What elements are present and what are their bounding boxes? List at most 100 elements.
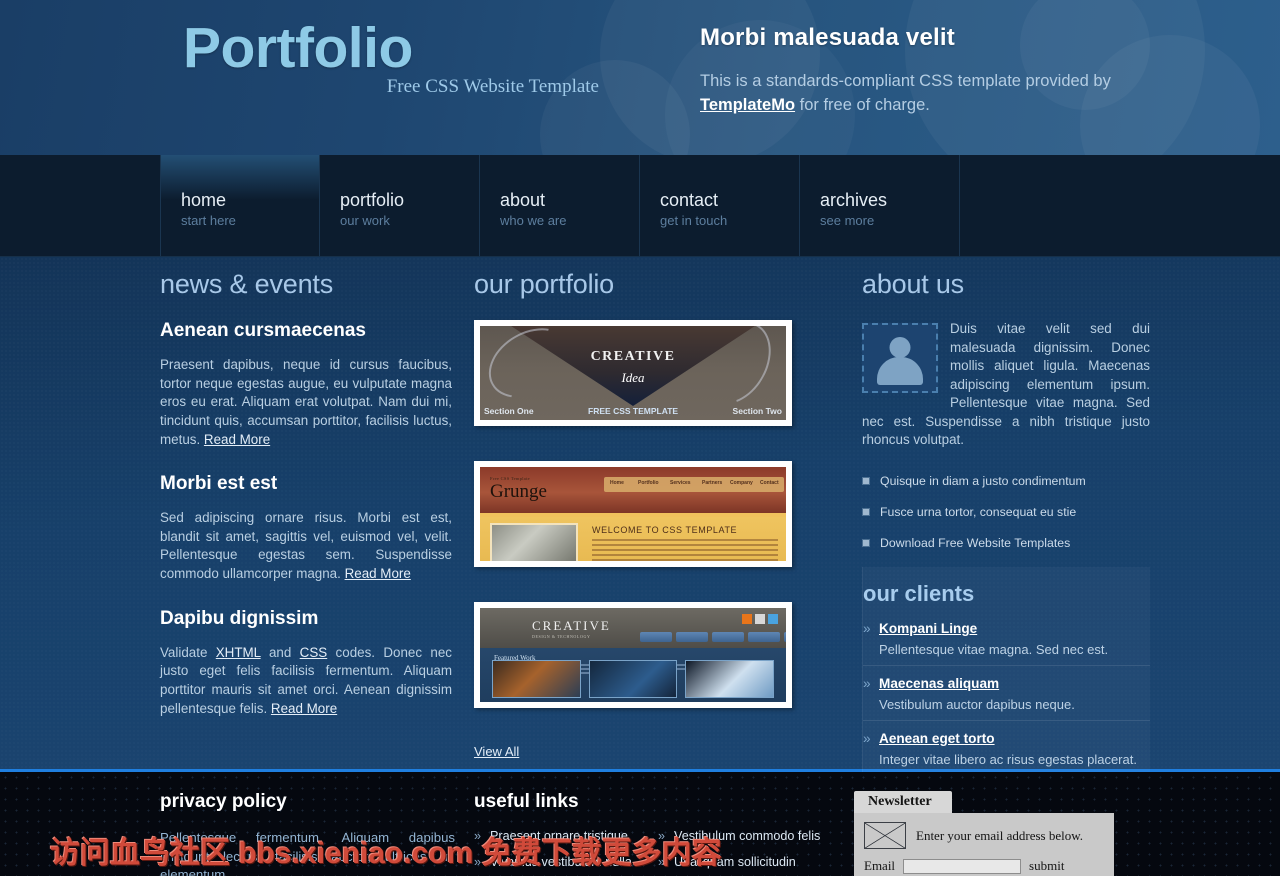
newsletter-form-row: Email submit <box>864 858 1104 874</box>
newsletter-tab-label: Newsletter <box>854 791 952 813</box>
footer-link-item[interactable]: Vivamus vestibulum nulla <box>474 855 654 869</box>
clients-panel: our clients Kompani Linge Pellentesque v… <box>862 566 1150 791</box>
templatemo-link[interactable]: TemplateMo <box>700 96 795 114</box>
client-description: Pellentesque vitae magna. Sed nec est. <box>879 641 1109 657</box>
nav-sub-contact: get in touch <box>660 212 728 228</box>
css-link[interactable]: CSS <box>300 645 328 660</box>
page-root: Portfolio Free CSS Website Template Morb… <box>0 0 1280 876</box>
grunge-logo: Free CSS Template Grunge <box>490 476 547 500</box>
news-article-body: Validate XHTML and CSS codes. Donec nec … <box>160 644 452 719</box>
nav-item-archives[interactable]: archives see more <box>800 155 960 256</box>
header-description: This is a standards-compliant CSS templa… <box>700 69 1140 118</box>
client-item: Kompani Linge Pellentesque vitae magna. … <box>863 620 1150 666</box>
news-article-body: Praesent dapibus, neque id cursus faucib… <box>160 356 452 449</box>
thumb-footer: Section One FREE CSS TEMPLATE Section Tw… <box>484 406 782 416</box>
footer-newsletter-column: Newsletter Enter your email address belo… <box>844 772 1150 876</box>
portfolio-thumb-grunge[interactable]: Free CSS Template Grunge Home Portfolio S… <box>474 461 792 567</box>
rss-icon <box>742 614 752 624</box>
thumb-main-text: CREATIVE <box>590 349 676 364</box>
site-header: Portfolio Free CSS Website Template Morb… <box>0 0 1280 155</box>
newsletter-prompt: Enter your email address below. <box>916 827 1084 843</box>
nav-item-portfolio[interactable]: portfolio our work <box>320 155 480 256</box>
read-more-link[interactable]: Read More <box>204 432 270 447</box>
grunge-nav-0: Home <box>610 480 624 486</box>
nav-label-home: home <box>181 190 227 210</box>
client-description: Integer vitae libero ac risus egestas pl… <box>879 751 1137 767</box>
header-heading: Morbi malesuada velit <box>700 24 955 51</box>
news-article-text: and <box>260 644 300 660</box>
work-card <box>492 660 581 698</box>
site-title[interactable]: Portfolio <box>183 16 603 82</box>
read-more-link[interactable]: Read More <box>271 701 337 716</box>
news-section-title: news & events <box>160 269 333 299</box>
portfolio-thumb-creative-blue[interactable]: CREATIVE DESIGN & TECHNOLOGY Featured Wor… <box>474 602 792 708</box>
nav-item-about[interactable]: about who we are <box>480 155 640 256</box>
nav-sub-portfolio: our work <box>340 212 390 228</box>
about-list-item[interactable]: Quisque in diam a justo condimentum <box>862 474 1150 488</box>
portfolio-thumb-creative-idea[interactable]: CREATIVE Idea Section One FREE CSS TEMPL… <box>474 320 792 426</box>
news-article-title: Aenean cursmaecenas <box>160 320 366 341</box>
xhtml-link[interactable]: XHTML <box>216 645 261 660</box>
work-card <box>588 660 678 698</box>
news-column: news & events Aenean cursmaecenas Praese… <box>160 257 474 769</box>
newsletter-field-label: Email <box>864 858 896 873</box>
about-list-item[interactable]: Download Free Website Templates <box>862 536 1150 550</box>
footer-link-item[interactable]: Vestibulum commodo felis <box>658 829 838 843</box>
clients-section-title: our clients <box>863 580 975 606</box>
grunge-nav-5: Contact <box>760 480 779 486</box>
client-item: Maecenas aliquam Vestibulum auctor dapib… <box>863 675 1150 721</box>
social-icons <box>742 614 778 624</box>
client-name-link[interactable]: Maecenas aliquam <box>863 676 999 691</box>
news-article-body: Sed adipiscing ornare risus. Morbi est e… <box>160 509 452 584</box>
newsletter-submit-button[interactable]: submit <box>1029 858 1064 874</box>
news-article-text: Validate <box>160 644 216 660</box>
grunge-flower-image <box>490 523 578 561</box>
newsletter-header: Enter your email address below. <box>864 822 1104 849</box>
grunge-navbar: Home Portfolio Services Partners Company… <box>604 477 784 492</box>
creative-logo-text: CREATIVE <box>532 618 611 633</box>
nav-sub-about: who we are <box>500 212 567 228</box>
footer-links-title: useful links <box>474 791 579 812</box>
footer-privacy-column: privacy policy Pellentesque fermentum. A… <box>160 772 474 876</box>
grunge-nav-3: Partners <box>702 480 723 486</box>
view-all-link[interactable]: View All <box>474 744 519 759</box>
nav-item-home[interactable]: home start here <box>160 155 320 256</box>
nav-label-about: about <box>500 190 546 210</box>
newsletter-widget: Newsletter Enter your email address belo… <box>854 791 1114 876</box>
creative-logo-small: DESIGN & TECHNOLOGY <box>532 634 591 639</box>
newsletter-box: Enter your email address below. Email su… <box>854 813 1114 876</box>
footer-link-item[interactable]: Ut aliquam sollicitudin <box>658 855 838 869</box>
thumb-foot-right: Section Two <box>732 406 782 416</box>
footer-links-col1: Praesent ornare tristique Vivamus vestib… <box>474 829 654 876</box>
client-name-link[interactable]: Aenean eget torto <box>863 731 995 746</box>
client-name-link[interactable]: Kompani Linge <box>863 621 977 636</box>
client-item: Aenean eget torto Integer vitae libero a… <box>863 730 1150 776</box>
grid-icon <box>755 614 765 624</box>
twitter-icon <box>768 614 778 624</box>
newsletter-email-input[interactable] <box>903 858 1022 874</box>
nav-sub-home: start here <box>181 212 236 228</box>
site-branding: Portfolio Free CSS Website Template <box>183 16 603 98</box>
footer-link-item[interactable]: Praesent ornare tristique <box>474 829 654 843</box>
nav-label-portfolio: portfolio <box>340 190 405 210</box>
about-list-item[interactable]: Fusce urna tortor, consequat eu stie <box>862 505 1150 519</box>
portfolio-section-title: our portfolio <box>474 269 614 299</box>
thumb-foot-left: Section One <box>484 406 534 416</box>
grunge-nav-2: Services <box>670 480 691 486</box>
portfolio-column: our portfolio CREATIVE Idea Section One … <box>474 257 844 769</box>
grunge-nav-1: Portfolio <box>638 480 659 486</box>
about-section-title: about us <box>862 269 964 299</box>
creative-header-band <box>480 608 786 648</box>
footer-links-col2: Vestibulum commodo felis Ut aliquam soll… <box>658 829 838 876</box>
header-desc-after: for free of charge. <box>795 96 930 115</box>
about-intro: Duis vitae velit sed dui malesuada digni… <box>862 320 1150 450</box>
news-article-title: Dapibu dignissim <box>160 607 319 629</box>
header-intro: Morbi malesuada velit This is a standard… <box>700 24 1140 118</box>
footer-privacy-body: Pellentesque fermentum. Aliquam dapibus … <box>160 830 455 876</box>
nav-item-contact[interactable]: contact get in touch <box>640 155 800 256</box>
read-more-link[interactable]: Read More <box>345 566 411 581</box>
creative-logo: CREATIVE DESIGN & TECHNOLOGY <box>532 618 611 639</box>
footer-links-column: useful links Praesent ornare tristique V… <box>474 772 844 876</box>
grunge-heading: WELCOME TO CSS TEMPLATE <box>592 525 738 535</box>
about-checklist: Quisque in diam a justo condimentum Fusc… <box>862 474 1150 550</box>
